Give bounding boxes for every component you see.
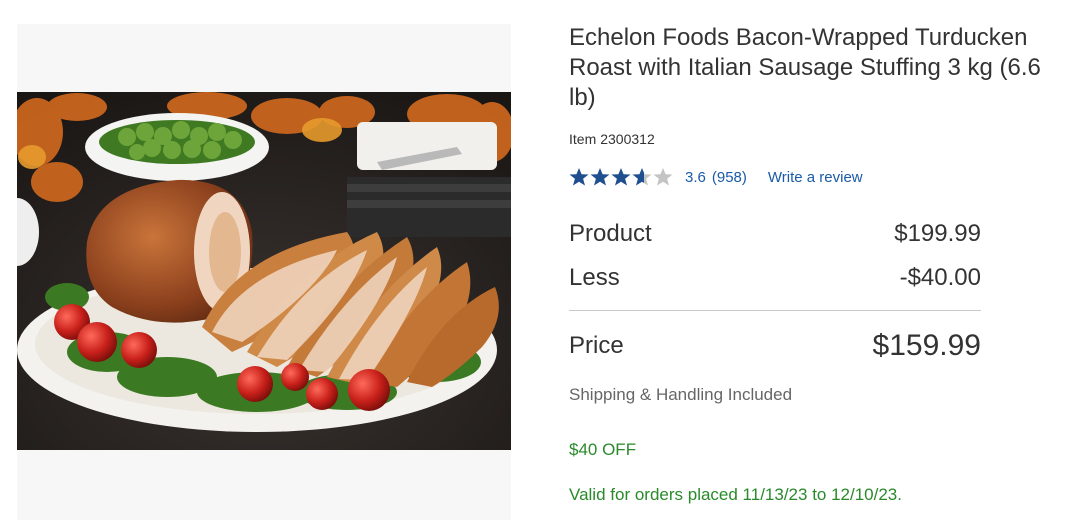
rating-count[interactable]: (958) bbox=[712, 169, 747, 186]
discount-label: Less bbox=[569, 264, 620, 291]
price-divider bbox=[569, 310, 981, 311]
item-number-line: Item 2300312 bbox=[569, 131, 655, 147]
final-price-amount: $159.99 bbox=[872, 329, 981, 362]
promo-validity: Valid for orders placed 11/13/23 to 12/1… bbox=[569, 485, 902, 504]
promo-badge: $40 OFF bbox=[569, 440, 637, 459]
star-icon bbox=[653, 168, 673, 186]
star-icon bbox=[611, 168, 631, 186]
discount-row: Less -$40.00 bbox=[569, 264, 981, 292]
shipping-note: Shipping & Handling Included bbox=[569, 385, 793, 404]
product-price-label: Product bbox=[569, 220, 652, 247]
rating-value[interactable]: 3.6 bbox=[685, 169, 706, 186]
product-title: Echelon Foods Bacon-Wrapped Turducken Ro… bbox=[569, 24, 1041, 111]
star-icon bbox=[569, 168, 589, 186]
star-icon bbox=[590, 168, 610, 186]
write-review-link[interactable]: Write a review bbox=[768, 169, 863, 186]
star-icon bbox=[632, 168, 652, 186]
rating-row: 3.6 (958) Write a review bbox=[569, 164, 863, 190]
item-number: 2300312 bbox=[600, 131, 655, 147]
final-price-row: Price $159.99 bbox=[569, 329, 981, 363]
product-price-amount: $199.99 bbox=[894, 220, 981, 247]
star-rating[interactable] bbox=[569, 167, 674, 187]
product-image[interactable] bbox=[17, 92, 511, 450]
final-price-label: Price bbox=[569, 332, 624, 359]
item-label: Item bbox=[569, 131, 597, 147]
discount-amount: -$40.00 bbox=[899, 264, 981, 291]
product-price-row: Product $199.99 bbox=[569, 220, 981, 248]
